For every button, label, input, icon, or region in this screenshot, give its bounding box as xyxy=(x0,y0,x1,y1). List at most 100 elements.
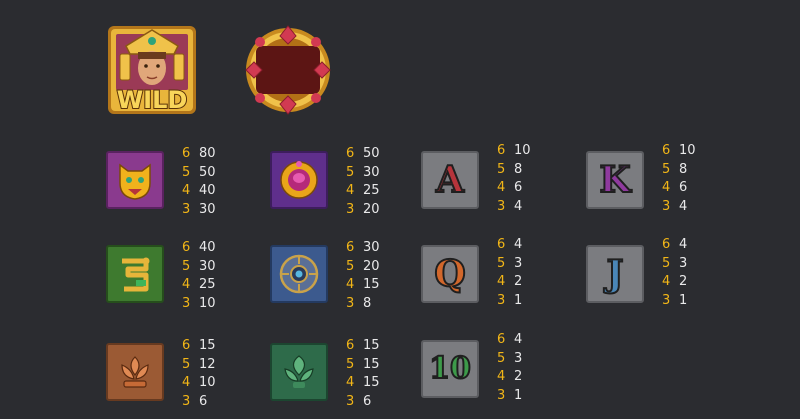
payout-value: 10 xyxy=(679,143,696,158)
serpent-payouts: 6 40 5 30 4 25 3 10 xyxy=(182,239,216,313)
letter-q-text: Q xyxy=(433,253,466,295)
jaguar-payouts: 6 80 5 50 4 40 3 30 xyxy=(182,145,216,219)
payout-value: 6 xyxy=(199,393,208,409)
match-count: 4 xyxy=(182,375,191,390)
match-count: 5 xyxy=(182,258,191,274)
wild-text: WILD xyxy=(117,86,188,114)
payout-value: 10 xyxy=(199,375,216,390)
leaf-payouts: 6 15 5 15 4 15 36 xyxy=(346,337,380,411)
payout-value: 2 xyxy=(514,274,523,289)
match-count: 3 xyxy=(346,201,355,217)
payout-value: 6 xyxy=(363,393,372,409)
match-count: 6 xyxy=(497,143,506,158)
match-count: 5 xyxy=(662,255,671,271)
jeweled-amulet-icon xyxy=(280,161,318,199)
payout-value: 30 xyxy=(199,258,216,274)
calendar-stone-icon xyxy=(279,254,319,294)
match-count: 3 xyxy=(346,393,355,409)
number-10-symbol: 10 xyxy=(421,340,479,398)
match-count: 4 xyxy=(497,369,506,384)
letter-j-symbol: J xyxy=(586,245,644,303)
payout-value: 1 xyxy=(514,387,523,403)
match-count: 6 xyxy=(497,332,506,347)
payout-value: 4 xyxy=(679,237,688,252)
payout-value: 1 xyxy=(514,292,523,308)
payout-value: 15 xyxy=(363,277,380,292)
match-count: 6 xyxy=(182,240,191,255)
match-count: 5 xyxy=(346,258,355,274)
match-count: 5 xyxy=(182,164,191,180)
match-count: 6 xyxy=(497,237,506,252)
payout-value: 4 xyxy=(514,332,523,347)
payout-value: 15 xyxy=(363,356,380,372)
match-count: 5 xyxy=(497,350,506,366)
letter-k-symbol: K xyxy=(586,151,644,209)
letter-j-payouts: 64 53 42 31 xyxy=(662,236,687,310)
payout-value: 25 xyxy=(363,183,380,198)
payout-value: 4 xyxy=(679,198,688,214)
payout-value: 20 xyxy=(363,201,380,217)
match-count: 3 xyxy=(662,198,671,214)
match-count: 3 xyxy=(346,295,355,311)
number-10-payouts: 64 53 42 31 xyxy=(497,331,522,405)
match-count: 4 xyxy=(346,183,355,198)
match-count: 3 xyxy=(497,387,506,403)
match-count: 6 xyxy=(662,237,671,252)
letter-k-payouts: 6 10 58 46 34 xyxy=(662,142,696,216)
letter-k-text: K xyxy=(598,159,631,201)
match-count: 4 xyxy=(662,180,671,195)
payout-value: 2 xyxy=(679,274,688,289)
leaf-symbol xyxy=(270,343,328,401)
match-count: 4 xyxy=(346,277,355,292)
payout-value: 50 xyxy=(363,146,380,161)
payout-value: 25 xyxy=(199,277,216,292)
match-count: 3 xyxy=(497,292,506,308)
match-count: 4 xyxy=(497,274,506,289)
match-count: 6 xyxy=(662,143,671,158)
payout-value: 3 xyxy=(514,255,523,271)
payout-value: 6 xyxy=(679,180,688,195)
payout-value: 30 xyxy=(363,240,380,255)
leaf-ornament-icon xyxy=(284,355,314,388)
payout-value: 8 xyxy=(363,295,372,311)
payout-value: 30 xyxy=(363,164,380,180)
lotus-symbol xyxy=(106,343,164,401)
payout-value: 50 xyxy=(199,164,216,180)
match-count: 4 xyxy=(182,277,191,292)
match-count: 6 xyxy=(182,338,191,353)
payout-value: 4 xyxy=(514,237,523,252)
letter-j-text: J xyxy=(605,253,624,295)
match-count: 5 xyxy=(182,356,191,372)
lotus-ornament-icon xyxy=(121,356,149,388)
match-count: 6 xyxy=(346,146,355,161)
wild-symbol: WILD xyxy=(106,24,198,116)
amulet-payouts: 6 50 5 30 4 25 3 20 xyxy=(346,145,380,219)
payout-value: 2 xyxy=(514,369,523,384)
match-count: 3 xyxy=(497,198,506,214)
payout-value: 40 xyxy=(199,240,216,255)
payout-value: 30 xyxy=(199,201,216,217)
payout-value: 80 xyxy=(199,146,216,161)
payout-value: 15 xyxy=(363,375,380,390)
payout-value: 10 xyxy=(199,295,216,311)
payout-value: 15 xyxy=(363,338,380,353)
match-count: 5 xyxy=(497,255,506,271)
payout-value: 4 xyxy=(514,198,523,214)
match-count: 4 xyxy=(497,180,506,195)
match-count: 5 xyxy=(662,161,671,177)
payout-value: 3 xyxy=(514,350,523,366)
match-count: 3 xyxy=(182,393,191,409)
amulet-symbol xyxy=(270,151,328,209)
match-count: 6 xyxy=(182,146,191,161)
jaguar-symbol xyxy=(106,151,164,209)
jaguar-mask-icon xyxy=(119,163,151,200)
payout-value: 3 xyxy=(679,255,688,271)
letter-q-symbol: Q xyxy=(421,245,479,303)
match-count: 3 xyxy=(182,295,191,311)
match-count: 4 xyxy=(662,274,671,289)
payout-value: 20 xyxy=(363,258,380,274)
payout-value: 6 xyxy=(514,180,523,195)
match-count: 5 xyxy=(346,164,355,180)
match-count: 4 xyxy=(182,183,191,198)
payout-value: 1 xyxy=(679,292,688,308)
